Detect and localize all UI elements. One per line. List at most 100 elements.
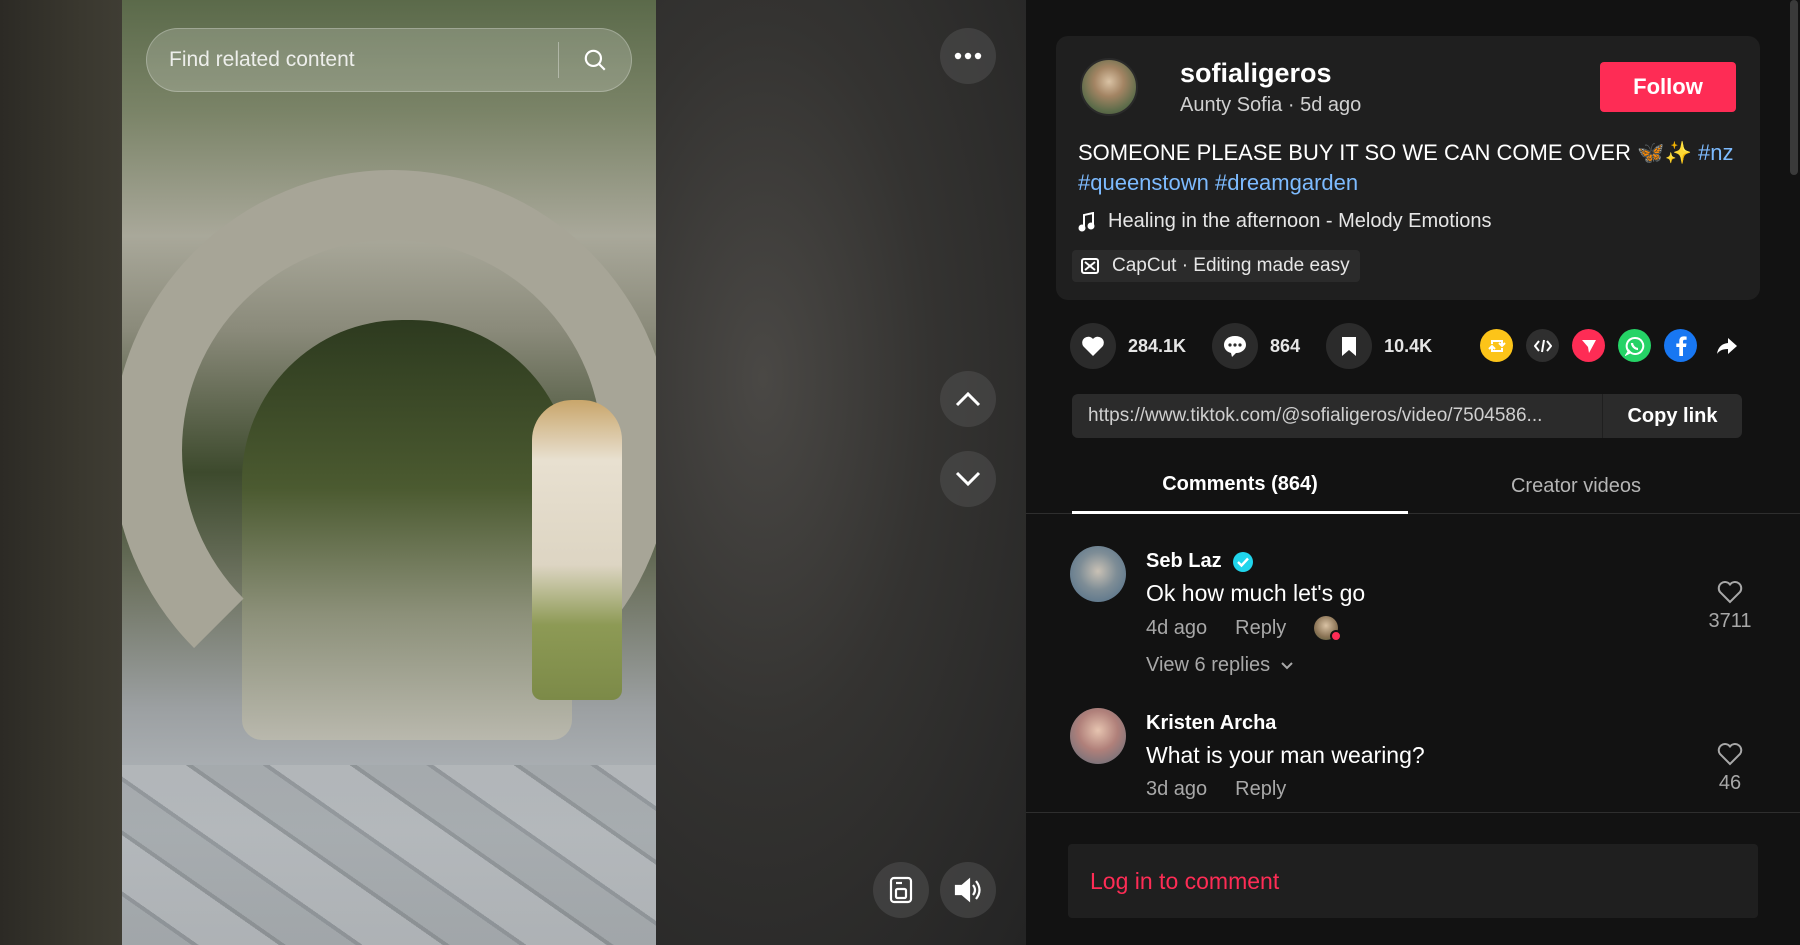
search-input[interactable] — [147, 29, 558, 91]
facebook-button[interactable] — [1664, 329, 1697, 362]
view-replies-button[interactable]: View 6 replies — [1146, 654, 1294, 677]
comment-time: 3d ago — [1146, 778, 1208, 800]
floating-player-icon — [889, 876, 913, 904]
tab-creator-videos[interactable]: Creator videos — [1408, 458, 1744, 514]
commenter-name[interactable]: Seb Laz — [1146, 550, 1222, 573]
search-bar — [146, 28, 632, 92]
search-button[interactable] — [559, 29, 631, 91]
volume-icon — [954, 877, 981, 903]
capcut-icon — [1081, 258, 1099, 274]
login-to-comment-button[interactable]: Log in to comment — [1068, 844, 1758, 918]
comment-button[interactable]: 864 — [1212, 323, 1300, 369]
commenter-name-row: Kristen Archa — [1146, 712, 1276, 735]
caption-text: SOMEONE PLEASE BUY IT SO WE CAN COME OVE… — [1078, 140, 1692, 165]
whatsapp-icon — [1624, 336, 1644, 356]
author-avatar[interactable] — [1080, 58, 1138, 116]
search-icon — [584, 49, 606, 71]
subline-separator: · — [1287, 94, 1301, 116]
save-circle — [1326, 323, 1373, 369]
video-stone-path — [122, 765, 656, 945]
save-count: 10.4K — [1384, 335, 1433, 356]
comment-time: 4d ago — [1146, 616, 1208, 639]
chevron-down-icon — [955, 471, 981, 487]
whatsapp-button[interactable] — [1618, 329, 1651, 362]
post-time: 5d ago — [1300, 94, 1362, 116]
repost-button[interactable] — [1480, 329, 1513, 362]
repost-icon — [1487, 339, 1506, 352]
embed-code-icon — [1533, 339, 1552, 352]
commenter-name-row: Seb Laz — [1146, 550, 1254, 573]
post-description: SOMEONE PLEASE BUY IT SO WE CAN COME OVE… — [1078, 138, 1758, 198]
side-panel: sofialigeros Aunty Sofia · 5d ago Follow… — [1026, 0, 1800, 945]
music-title: Healing in the afternoon - Melody Emotio… — [1108, 210, 1492, 232]
hashtag-queenstown[interactable]: #queenstown — [1078, 170, 1209, 195]
comment-text: Ok how much let's go — [1146, 580, 1366, 606]
share-buttons — [1480, 329, 1743, 362]
video-person-figure — [532, 400, 622, 700]
reply-button[interactable]: Reply — [1235, 778, 1286, 801]
comment-item: Kristen Archa What is your man wearing? … — [1070, 708, 1760, 808]
copy-link-button[interactable]: Copy link — [1602, 394, 1742, 438]
comment-circle — [1212, 323, 1259, 369]
like-button[interactable]: 284.1K — [1070, 323, 1186, 369]
chevron-down-icon — [1281, 661, 1293, 669]
floating-player-button[interactable] — [873, 862, 929, 918]
save-button[interactable]: 10.4K — [1326, 323, 1432, 369]
like-circle — [1070, 323, 1116, 369]
video-area — [0, 0, 1026, 945]
share-link-row: https://www.tiktok.com/@sofialigeros/vid… — [1072, 394, 1742, 438]
comment-like-button[interactable]: 3711 — [1700, 580, 1760, 633]
music-link[interactable]: Healing in the afternoon - Melody Emotio… — [1078, 210, 1492, 233]
hashtag-dreamgarden[interactable]: #dreamgarden — [1215, 170, 1358, 195]
commenter-name[interactable]: Kristen Archa — [1146, 712, 1276, 735]
bookmark-icon — [1342, 337, 1357, 356]
facebook-icon — [1675, 335, 1687, 356]
video-url[interactable]: https://www.tiktok.com/@sofialigeros/vid… — [1072, 405, 1602, 427]
comment-meta: 3d ago Reply — [1146, 778, 1286, 801]
panel-tabs: Comments (864) Creator videos — [1026, 458, 1800, 514]
author-username[interactable]: sofialigeros — [1180, 58, 1332, 89]
like-count: 284.1K — [1128, 335, 1187, 356]
paper-plane-icon — [1581, 339, 1596, 353]
more-dots-icon — [954, 52, 982, 60]
comment-item: Seb Laz Ok how much let's go 4d ago Repl… — [1070, 546, 1760, 676]
creator-liked-avatar — [1314, 616, 1343, 642]
hashtag-nz[interactable]: #nz — [1698, 140, 1733, 165]
chevron-up-icon — [955, 391, 981, 407]
heart-outline-icon — [1717, 581, 1743, 604]
view-replies-label: View 6 replies — [1146, 654, 1271, 676]
heart-outline-icon — [1717, 743, 1743, 766]
post-info-card: sofialigeros Aunty Sofia · 5d ago Follow… — [1056, 36, 1760, 300]
heart-icon — [1082, 336, 1104, 356]
author-subline: Aunty Sofia · 5d ago — [1180, 94, 1361, 117]
comment-meta: 4d ago Reply — [1146, 616, 1343, 642]
follow-button[interactable]: Follow — [1600, 62, 1736, 112]
scrollbar[interactable] — [1790, 0, 1798, 175]
creator-liked-heart-icon — [1330, 630, 1343, 642]
commenter-avatar[interactable] — [1070, 708, 1126, 764]
more-options-button[interactable] — [940, 28, 996, 84]
capcut-badge[interactable]: CapCut · Editing made easy — [1072, 250, 1360, 282]
comment-like-count: 3711 — [1708, 610, 1752, 632]
divider — [1026, 812, 1800, 813]
tab-comments[interactable]: Comments (864) — [1072, 458, 1408, 514]
share-arrow-icon — [1716, 337, 1737, 354]
volume-button[interactable] — [940, 862, 996, 918]
comment-text: What is your man wearing? — [1146, 742, 1425, 768]
engagement-stats: 284.1K 864 10.4K — [1070, 322, 1458, 370]
commenter-avatar[interactable] — [1070, 546, 1126, 602]
send-to-friends-button[interactable] — [1572, 329, 1605, 362]
music-note-icon — [1078, 211, 1095, 231]
video-player[interactable] — [122, 0, 656, 945]
next-video-button[interactable] — [940, 451, 996, 507]
comment-count: 864 — [1270, 335, 1301, 356]
previous-video-button[interactable] — [940, 371, 996, 427]
comment-bubble-icon — [1224, 336, 1247, 357]
comment-like-count: 46 — [1718, 772, 1742, 794]
reply-button[interactable]: Reply — [1235, 617, 1286, 640]
more-share-button[interactable] — [1710, 329, 1743, 362]
capcut-label: CapCut · Editing made easy — [1112, 255, 1350, 276]
comment-like-button[interactable]: 46 — [1700, 742, 1760, 795]
embed-button[interactable] — [1526, 329, 1559, 362]
author-display-name[interactable]: Aunty Sofia — [1180, 94, 1282, 116]
